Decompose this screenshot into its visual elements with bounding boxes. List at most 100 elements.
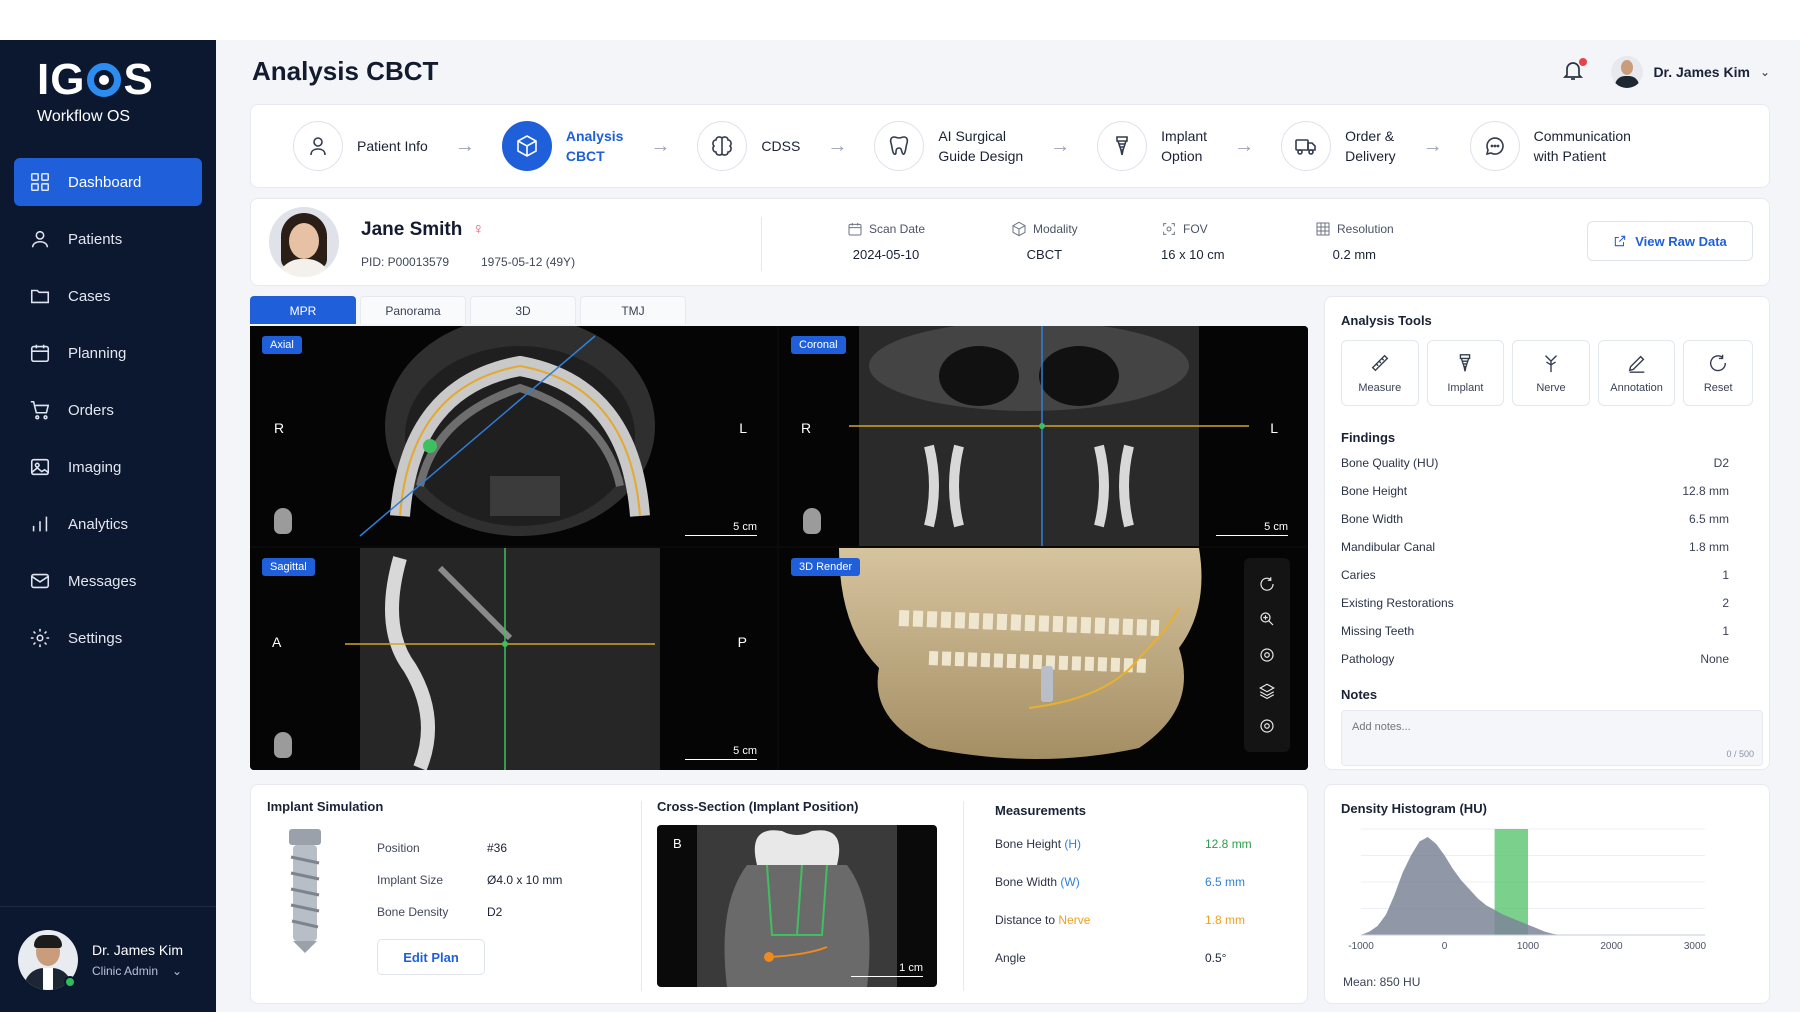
gear-icon[interactable] [1258,717,1276,735]
sidebar-item-planning[interactable]: Planning [14,329,202,377]
layers-icon[interactable] [1258,682,1276,700]
axial-pane[interactable]: Axial R L 5 cm [250,326,777,546]
brand-logo-post: S [123,55,154,104]
tab-panorama[interactable]: Panorama [360,296,466,324]
scale-bar: 5 cm [685,745,757,760]
measurement-value: 12.8 mm [1205,837,1252,851]
notes-input[interactable] [1342,711,1762,765]
annotation-button[interactable]: Annotation [1597,340,1676,406]
sidebar-item-orders[interactable]: Orders [14,386,202,434]
step-patient-info[interactable]: Patient Info [293,121,428,171]
step-label: Communication with Patient [1533,128,1631,164]
sidebar-item-analytics[interactable]: Analytics [14,500,202,548]
finding-row: Mandibular Canal 1.8 mm [1341,533,1753,561]
ruler-icon [1371,354,1389,372]
finding-label: Bone Quality (HU) [1341,456,1439,470]
meta-value: 16 x 10 cm [1161,247,1225,262]
arrow-right-icon: → [454,134,475,157]
viewer-tabs: MPR Panorama 3D TMJ [250,296,690,324]
head-orientation-icon [274,508,292,534]
finding-label: Existing Restorations [1341,596,1454,610]
sidebar-item-label: Planning [68,344,127,362]
orientation-label: R [801,420,812,436]
cart-icon [28,398,52,422]
finding-value: 1.8 mm [1688,540,1729,554]
coronal-pane[interactable]: Coronal R L 5 cm [779,326,1308,546]
patient-dob: 1975-05-12 (49Y) [481,255,576,269]
tab-tmj[interactable]: TMJ [580,296,686,324]
sidebar-item-label: Cases [68,287,111,305]
meta-fov: FOV 16 x 10 cm [1161,221,1225,262]
x-tick-label: 1000 [1517,941,1540,952]
sidebar-item-dashboard[interactable]: Dashboard [14,158,202,206]
view-raw-data-button[interactable]: View Raw Data [1587,221,1753,261]
sidebar-item-label: Imaging [68,458,122,476]
step-order-delivery[interactable]: Order & Delivery [1281,121,1396,171]
findings-title: Findings [1341,430,1396,445]
sidebar-user[interactable]: Dr. James Kim Clinic Admin ⌄ [0,906,216,1012]
external-link-icon [1615,235,1626,247]
patient-card: Jane Smith ♀ PID: P00013579 1975-05-12 (… [250,198,1770,286]
chevron-down-icon[interactable]: ⌄ [172,964,182,978]
tab-3d[interactable]: 3D [470,296,576,324]
notes-title: Notes [1341,687,1378,702]
step-ai-surgical-guide[interactable]: AI Surgical Guide Design [874,121,1023,171]
bell-icon[interactable] [1561,58,1589,86]
avatar [269,207,339,277]
edit-plan-button[interactable]: Edit Plan [377,939,485,975]
finding-value: D2 [1713,456,1729,470]
scale-bar: 5 cm [685,521,757,536]
tool-label: Implant [1447,382,1484,394]
nerve-button[interactable]: Nerve [1512,340,1590,406]
cross-section-viewer[interactable]: B 1 cm [657,825,937,987]
brand-logo[interactable]: IG S [37,54,216,106]
sidebar-item-cases[interactable]: Cases [14,272,202,320]
x-tick-label: -1000 [1348,941,1374,952]
sidebar-item-settings[interactable]: Settings [14,614,202,662]
calendar-icon [28,341,52,365]
meta-resolution: Resolution 0.2 mm [1315,221,1394,262]
meta-label: FOV [1183,222,1208,236]
meta-label: Modality [1033,222,1078,236]
finding-label: Mandibular Canal [1341,540,1436,554]
avatar[interactable] [1611,56,1644,88]
arrow-right-icon: → [1050,134,1071,157]
histogram-title: Density Histogram (HU) [1341,801,1487,816]
step-communication[interactable]: Communication with Patient [1469,121,1631,171]
finding-label: Bone Width [1341,512,1404,526]
tab-mpr[interactable]: MPR [250,296,356,324]
meta-scan-date: Scan Date 2024-05-10 [847,221,925,262]
meta-value: 2024-05-10 [852,247,920,262]
finding-row: Pathology None [1341,645,1753,673]
finding-value: None [1700,652,1729,666]
render-3d-pane[interactable]: 3D Render [779,548,1308,770]
step-label: Order & Delivery [1345,128,1396,164]
bar-chart-icon [28,512,52,536]
orientation-label: L [739,420,747,436]
step-implant-option[interactable]: Implant Option [1097,121,1207,171]
finding-value: 12.8 mm [1682,484,1729,498]
sidebar-item-messages[interactable]: Messages [14,557,202,605]
step-analysis-cbct[interactable]: Analysis CBCT [501,121,623,171]
notification-badge [1579,58,1588,66]
measure-button[interactable]: Measure [1341,340,1419,406]
rotate-icon[interactable] [1258,575,1276,593]
zoom-in-icon[interactable] [1258,610,1276,628]
sidebar: IG S Workflow OS Dashboard Patients Cases… [0,40,216,1012]
finding-label: Caries [1341,568,1376,582]
step-cdss[interactable]: CDSS [697,121,800,171]
cross-section-tag: B [673,836,682,851]
implant-button[interactable]: Implant [1426,340,1505,406]
pane-tag: 3D Render [791,558,861,576]
patient-id: PID: P00013579 [361,255,450,269]
sidebar-item-imaging[interactable]: Imaging [14,443,202,491]
focus-icon[interactable] [1258,646,1276,664]
chevron-down-icon[interactable]: ⌄ [1760,65,1770,79]
head-orientation-icon [274,732,292,758]
person-icon [293,121,343,171]
user-menu-name[interactable]: Dr. James Kim [1653,64,1750,80]
image-icon [28,455,52,479]
reset-button[interactable]: Reset [1683,340,1754,406]
sagittal-pane[interactable]: Sagittal A P 5 cm [250,548,777,770]
sidebar-item-patients[interactable]: Patients [14,215,202,263]
